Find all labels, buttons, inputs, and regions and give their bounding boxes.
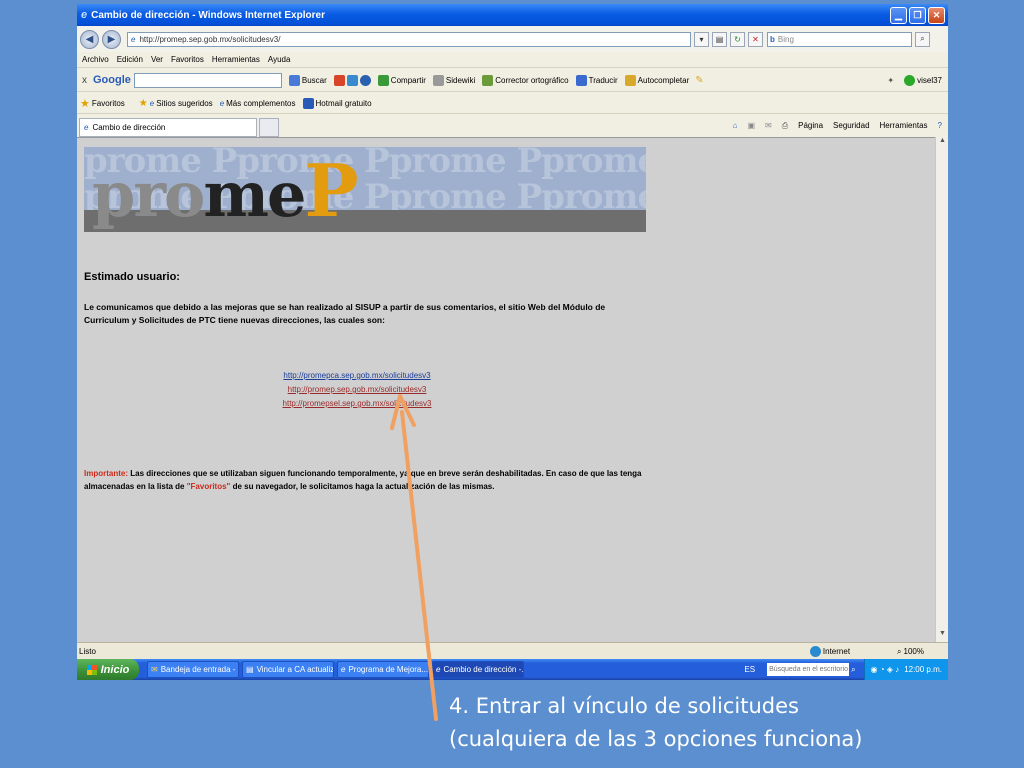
- slide-caption: 4. Entrar al vínculo de solicitudes (cua…: [449, 690, 1009, 756]
- annotation-arrow: [390, 394, 438, 721]
- arrow-shaft: [400, 410, 438, 721]
- caption-line-2: (cualquiera de las 3 opciones funciona): [449, 727, 863, 751]
- caption-line-1: 4. Entrar al vínculo de solicitudes: [449, 694, 799, 718]
